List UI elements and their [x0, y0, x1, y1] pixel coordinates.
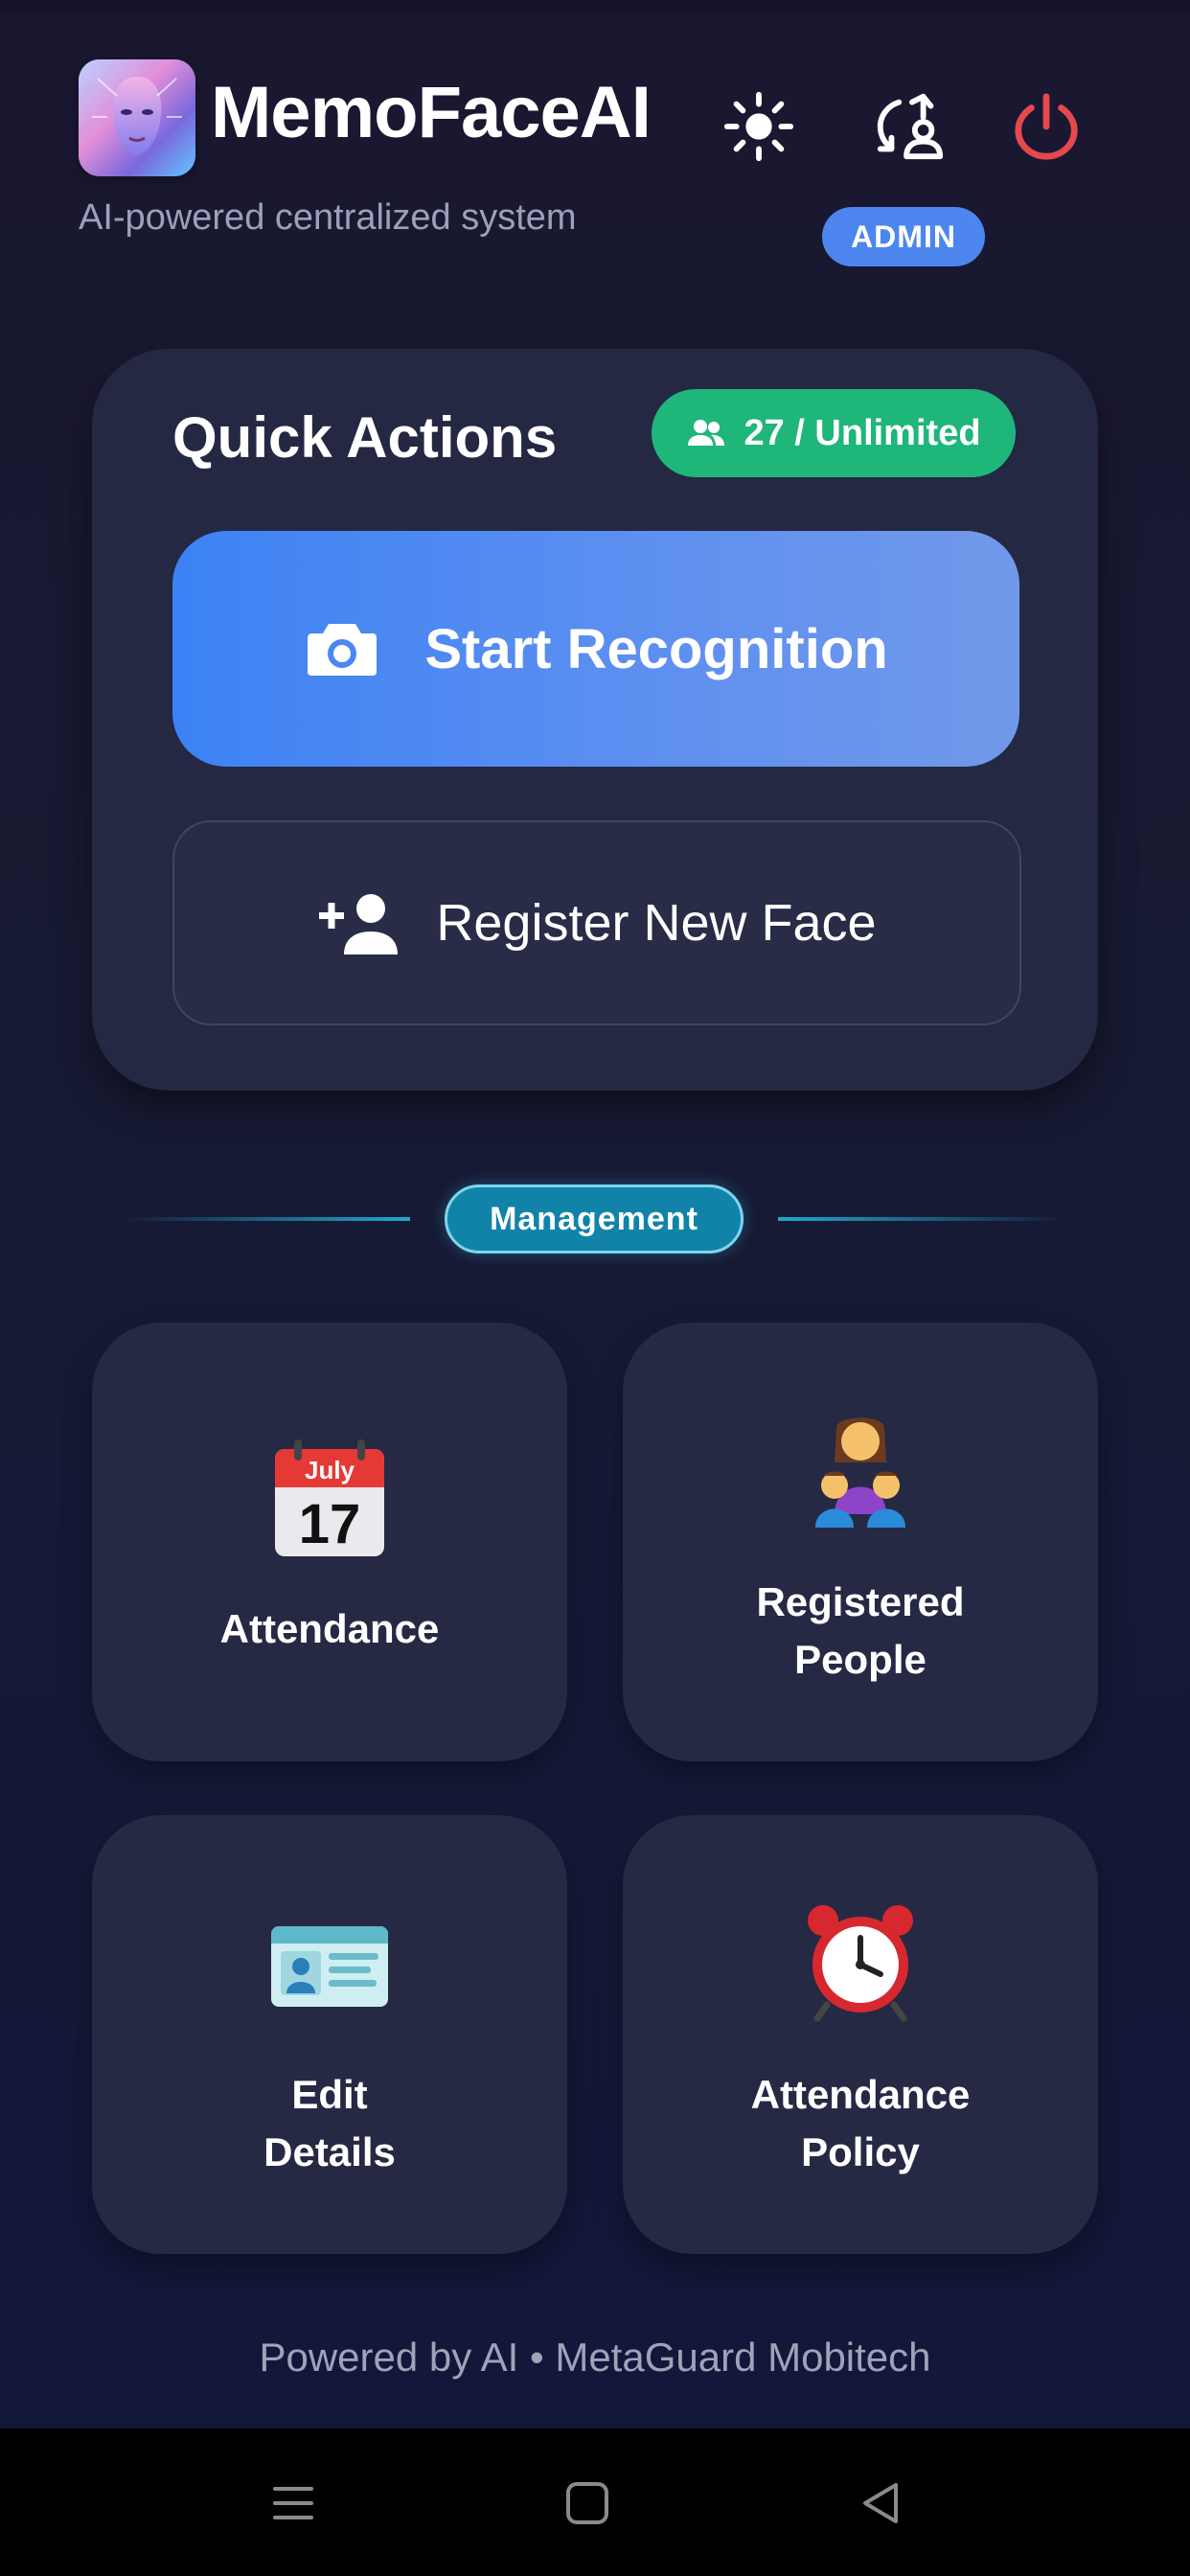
quick-actions-card: Quick Actions 27 / Unlimited Start Recog…: [92, 349, 1098, 1091]
nav-home-button[interactable]: [559, 2474, 616, 2532]
id-card-icon: [271, 1926, 388, 2007]
quota-label: 27 / Unlimited: [744, 412, 981, 453]
tile-edit-details-label: Edit Details: [263, 2072, 396, 2174]
start-recognition-label: Start Recognition: [424, 617, 888, 680]
footer-credit: Powered by AI • MetaGuard Mobitech: [259, 2334, 931, 2380]
nav-menu-button[interactable]: [264, 2474, 322, 2532]
role-badge: ADMIN: [822, 207, 985, 266]
family-icon: [815, 1417, 905, 1528]
tile-attendance[interactable]: July 17 Attendance: [92, 1322, 567, 1761]
power-icon: [1015, 93, 1078, 160]
switch-user-button[interactable]: [870, 88, 947, 165]
app-subtitle: AI-powered centralized system: [79, 197, 577, 238]
management-section-label: Management: [445, 1184, 744, 1254]
nav-back-button[interactable]: [853, 2474, 910, 2532]
register-new-face-label: Register New Face: [436, 894, 877, 952]
calendar-day: 17: [299, 1493, 361, 1555]
camera-icon: [308, 624, 378, 676]
home-icon: [566, 2482, 608, 2524]
tile-registered-people[interactable]: Registered People: [623, 1322, 1098, 1761]
add-person-icon: [319, 894, 399, 954]
tile-registered-people-label: Registered People: [756, 1579, 965, 1682]
switch-user-icon: [877, 93, 944, 160]
alarm-clock-icon: [808, 1905, 913, 2022]
theme-toggle-button[interactable]: [721, 88, 797, 165]
calendar-icon: July 17: [275, 1439, 384, 1556]
tile-edit-details[interactable]: Edit Details: [92, 1815, 567, 2254]
system-nav-bar: [0, 2428, 1190, 2576]
divider-line-left: [123, 1217, 410, 1221]
register-new-face-button[interactable]: Register New Face: [172, 820, 1021, 1025]
quick-actions-title: Quick Actions: [172, 405, 558, 470]
tile-attendance-policy-label: Attendance Policy: [750, 2072, 971, 2174]
tile-attendance-policy[interactable]: Attendance Policy: [623, 1815, 1098, 2254]
calendar-month: July: [305, 1456, 355, 1484]
sun-icon: [723, 91, 794, 162]
quota-badge: 27 / Unlimited: [652, 389, 1016, 477]
divider-line-right: [778, 1217, 1065, 1221]
status-bar-strip: [0, 0, 1190, 12]
logout-button[interactable]: [1008, 88, 1085, 165]
people-icon: [688, 420, 725, 446]
menu-icon: [273, 2487, 313, 2519]
back-icon: [863, 2483, 898, 2523]
start-recognition-button[interactable]: Start Recognition: [172, 531, 1019, 767]
tile-attendance-label: Attendance: [219, 1606, 440, 1651]
app-logo: [79, 59, 195, 176]
app-title: MemoFaceAI: [211, 72, 652, 153]
